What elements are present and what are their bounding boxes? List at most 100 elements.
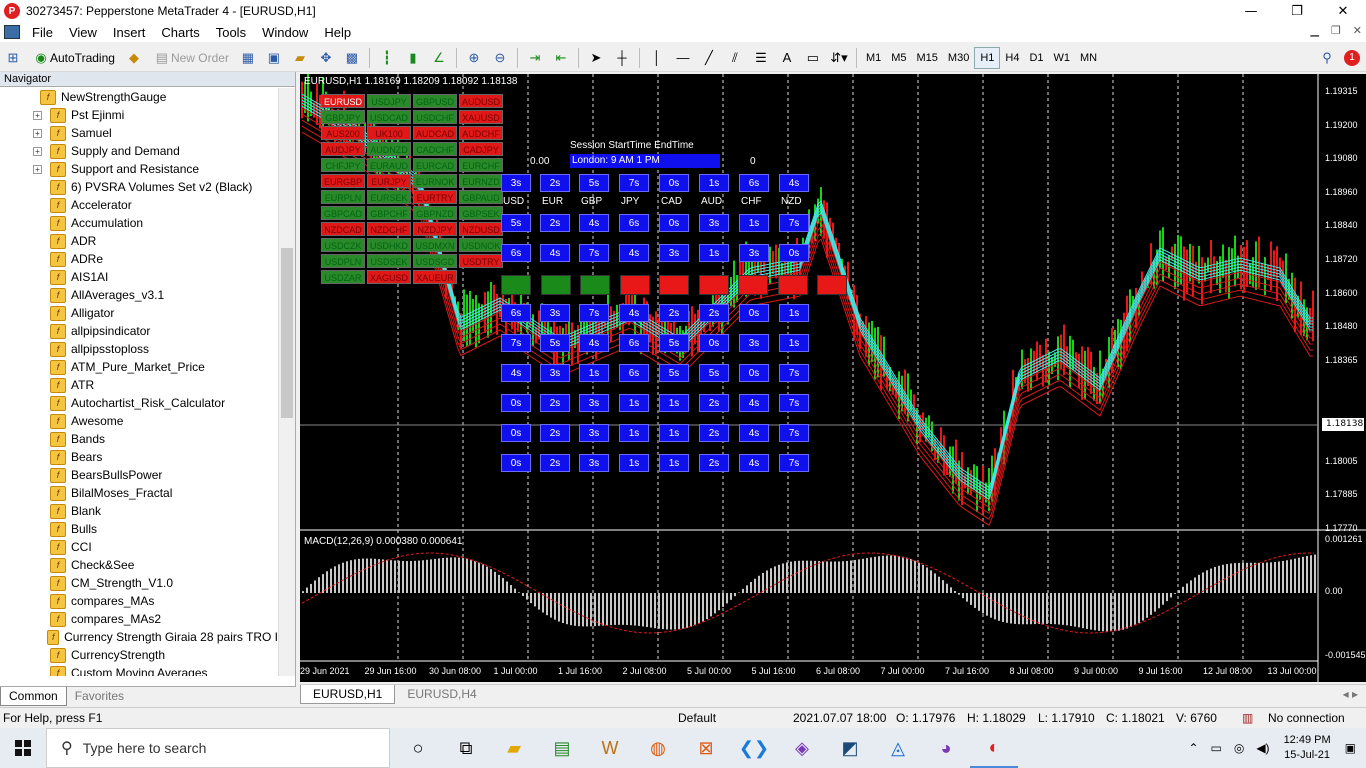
menu-charts[interactable]: Charts — [153, 25, 207, 40]
mdi-close-button[interactable]: ✕ — [1353, 24, 1362, 37]
nav-item[interactable]: f AIS1AI — [0, 268, 278, 286]
nav-item[interactable]: f Bulls — [0, 520, 278, 538]
nav-item[interactable]: f NewStrengthGauge — [0, 88, 278, 106]
volume-icon[interactable]: ◀) — [1256, 741, 1269, 755]
nav-item[interactable]: f Check&See — [0, 556, 278, 574]
vertical-line-button[interactable]: │ — [645, 46, 669, 70]
restore-button[interactable]: ❐ — [1274, 0, 1320, 22]
firefox-icon[interactable]: ◍ — [634, 728, 682, 768]
nav-item[interactable]: f BearsBullsPower — [0, 466, 278, 484]
github-icon[interactable]: ◕ — [922, 728, 970, 768]
nav-item[interactable]: f AllAverages_v3.1 — [0, 286, 278, 304]
market-watch-button[interactable]: ▦ — [236, 46, 260, 70]
pepperstone-icon[interactable]: ◐ — [970, 728, 1018, 768]
minimize-button[interactable]: — — [1228, 0, 1274, 22]
file-explorer-icon[interactable]: ▰ — [490, 728, 538, 768]
nav-item[interactable]: f Custom Moving Averages — [0, 664, 278, 676]
nav-item[interactable]: f Autochartist_Risk_Calculator — [0, 394, 278, 412]
trendline-button[interactable]: ╱ — [697, 46, 721, 70]
crosshair-button[interactable]: ┼ — [610, 46, 634, 70]
nav-item[interactable]: f CurrencyStrength — [0, 646, 278, 664]
nav-item[interactable]: + f Pst Ejinmi — [0, 106, 278, 124]
nav-item[interactable]: f compares_MAs — [0, 592, 278, 610]
cortana-icon[interactable]: ○ — [394, 728, 442, 768]
menu-help[interactable]: Help — [316, 25, 359, 40]
new-order-button[interactable]: ▤ New Order — [148, 46, 234, 70]
menu-window[interactable]: Window — [254, 25, 316, 40]
tf-m15[interactable]: M15 — [912, 47, 943, 69]
nav-item[interactable]: f Currency Strength Giraia 28 pairs TRO I — [0, 628, 278, 646]
nav-item[interactable]: + f Samuel — [0, 124, 278, 142]
expand-icon[interactable]: + — [33, 128, 42, 138]
nav-item[interactable]: f Blank — [0, 502, 278, 520]
bar-chart-button[interactable]: ┇ — [375, 46, 399, 70]
nav-item[interactable]: f ATR — [0, 376, 278, 394]
nav-item[interactable]: f ADRe — [0, 250, 278, 268]
tab-common[interactable]: Common — [0, 687, 67, 706]
nav-item[interactable]: f ATM_Pure_Market_Price — [0, 358, 278, 376]
expand-icon[interactable]: + — [33, 146, 42, 156]
nav-item[interactable]: f Bands — [0, 430, 278, 448]
nav-item[interactable]: f CM_Strength_V1.0 — [0, 574, 278, 592]
vscode-icon[interactable]: ❮❯ — [730, 728, 778, 768]
menu-file[interactable]: File — [24, 25, 61, 40]
data-window-button[interactable]: ▣ — [262, 46, 286, 70]
text-button[interactable]: A — [775, 46, 799, 70]
tf-d1[interactable]: D1 — [1024, 47, 1048, 69]
tf-m1[interactable]: M1 — [861, 47, 886, 69]
nav-item[interactable]: f BilalMoses_Fractal — [0, 484, 278, 502]
metaeditor-icon[interactable]: ◩ — [826, 728, 874, 768]
autoscroll-button[interactable]: ⇥ — [523, 46, 547, 70]
tab-scroll-arrows[interactable]: ◂ ▸ — [1335, 685, 1366, 704]
new-chart-button[interactable]: ⊞ — [1, 46, 25, 70]
tf-mn[interactable]: MN — [1075, 47, 1102, 69]
start-button[interactable] — [0, 728, 46, 768]
zoom-out-button[interactable]: ⊖ — [488, 46, 512, 70]
tf-m5[interactable]: M5 — [886, 47, 911, 69]
tf-w1[interactable]: W1 — [1049, 47, 1076, 69]
notepad-icon[interactable]: ▤ — [538, 728, 586, 768]
candlestick-button[interactable]: ▮ — [401, 46, 425, 70]
nav-item[interactable]: f Alligator — [0, 304, 278, 322]
expand-icon[interactable]: + — [33, 164, 42, 174]
search-icon[interactable]: ⚲ — [1318, 49, 1336, 67]
network-icon[interactable]: ◎ — [1234, 741, 1244, 755]
menu-tools[interactable]: Tools — [208, 25, 254, 40]
nav-item[interactable]: f 6) PVSRA Volumes Set v2 (Black) — [0, 178, 278, 196]
chart-window[interactable]: EURUSD,H1 1.18169 1.18209 1.18092 1.1813… — [300, 74, 1366, 682]
horizontal-line-button[interactable]: — — [671, 46, 695, 70]
close-button[interactable]: ✕ — [1320, 0, 1366, 22]
notification-badge[interactable]: 1 — [1344, 49, 1360, 66]
zoom-in-button[interactable]: ⊕ — [462, 46, 486, 70]
xampp-icon[interactable]: ⊠ — [682, 728, 730, 768]
word-icon[interactable]: W — [586, 728, 634, 768]
nav-item[interactable]: f Accelerator — [0, 196, 278, 214]
taskbar-search[interactable]: ⚲ Type here to search — [46, 728, 390, 768]
expert-button[interactable]: ◆ — [122, 46, 146, 70]
navigator-button[interactable]: ▰ — [288, 46, 312, 70]
battery-icon[interactable]: ▭ — [1211, 741, 1222, 755]
nav-item[interactable]: f compares_MAs2 — [0, 610, 278, 628]
mdi-restore-button[interactable]: ❐ — [1331, 24, 1341, 37]
visual-studio-icon[interactable]: ◈ — [778, 728, 826, 768]
nav-item[interactable]: f CCI — [0, 538, 278, 556]
navigator-scrollbar[interactable] — [278, 88, 295, 676]
arrows-button[interactable]: ⇵▾ — [827, 46, 851, 70]
label-button[interactable]: ▭ — [801, 46, 825, 70]
nav-item[interactable]: f allpipsindicator — [0, 322, 278, 340]
task-view-icon[interactable]: ⧉ — [442, 728, 490, 768]
taskbar-clock[interactable]: 12:49 PM 15-Jul-21 — [1284, 733, 1331, 763]
chart-tab-eurusd-h4[interactable]: EURUSD,H4 — [395, 685, 488, 704]
chart-tab-eurusd-h1[interactable]: EURUSD,H1 — [300, 685, 396, 704]
tray-chevron-icon[interactable]: ⌃ — [1188, 741, 1198, 755]
action-center-icon[interactable]: ▣ — [1345, 741, 1356, 755]
crosshair-tool-button[interactable]: ✥ — [314, 46, 338, 70]
tf-h4[interactable]: H4 — [1000, 47, 1024, 69]
azure-icon[interactable]: ◬ — [874, 728, 922, 768]
cursor-button[interactable]: ➤ — [584, 46, 608, 70]
nav-item[interactable]: + f Support and Resistance — [0, 160, 278, 178]
nav-item[interactable]: f Bears — [0, 448, 278, 466]
nav-item[interactable]: f Awesome — [0, 412, 278, 430]
fibonacci-button[interactable]: ☰ — [749, 46, 773, 70]
autotrading-button[interactable]: ◉ AutoTrading — [27, 46, 120, 70]
